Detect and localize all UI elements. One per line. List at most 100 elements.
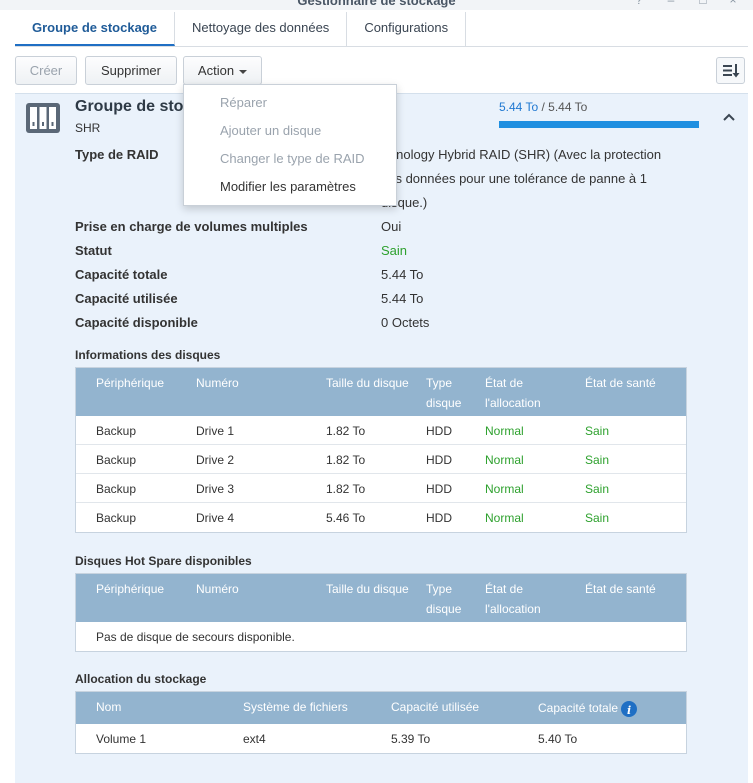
raid-type-label: Type de RAID (75, 147, 159, 162)
empty-row: Pas de disque de secours disponible. (76, 622, 686, 651)
disk-table-header: Périphérique Numéro Taille du disque Typ… (76, 368, 686, 416)
table-row[interactable]: Backup Drive 1 1.82 To HDD Normal Sain (76, 416, 686, 445)
total-capacity-value: 5.44 To (381, 267, 424, 282)
menu-item-edit-settings[interactable]: Modifier les paramètres (220, 179, 356, 194)
cell-number: Drive 4 (196, 511, 235, 525)
cell-total: 5.40 To (538, 732, 578, 746)
caret-down-icon (239, 69, 248, 74)
col-size: Taille du disque (326, 376, 409, 390)
cell-allocation: Normal (485, 482, 524, 496)
tab-storage-pool[interactable]: Groupe de stockage (15, 12, 175, 46)
cell-type: HDD (426, 511, 452, 525)
multi-volume-value: Oui (381, 219, 402, 234)
cell-used: 5.39 To (391, 732, 431, 746)
col-used: Capacité utilisée (391, 700, 480, 714)
cell-type: HDD (426, 453, 452, 467)
action-menu: Réparer Ajouter un disque Changer le typ… (183, 84, 397, 206)
cell-device: Backup (96, 482, 137, 496)
hot-spare-empty-text: Pas de disque de secours disponible. (96, 630, 295, 644)
col-health: État de santé (585, 376, 656, 390)
delete-button[interactable]: Supprimer (85, 56, 177, 85)
table-row[interactable]: Backup Drive 2 1.82 To HDD Normal Sain (76, 445, 686, 474)
col-type: Type disque (426, 376, 462, 410)
cell-number: Drive 2 (196, 453, 235, 467)
multi-volume-label: Prise en charge de volumes multiples (75, 219, 308, 234)
allocation-table: Nom Système de fichiers Capacité utilisé… (75, 691, 687, 754)
menu-item-add-disk[interactable]: Ajouter un disque (220, 123, 321, 138)
cell-filesystem: ext4 (243, 732, 266, 746)
status-value: Sain (381, 243, 408, 258)
cell-size: 1.82 To (326, 424, 366, 438)
cell-number: Drive 3 (196, 482, 235, 496)
col-name: Nom (96, 700, 122, 714)
cell-size: 1.82 To (326, 453, 366, 467)
create-button[interactable]: Créer (15, 56, 77, 85)
cell-device: Backup (96, 511, 137, 525)
pool-used-capacity: 5.44 To (499, 100, 539, 114)
menu-item-change-raid-type[interactable]: Changer le type de RAID (220, 151, 365, 166)
tab-data-scrubbing[interactable]: Nettoyage des données (175, 12, 348, 46)
cell-number: Drive 1 (196, 424, 235, 438)
window-titlebar: Gestionnaire de stockage ? – □ × (0, 0, 753, 10)
used-capacity-label: Capacité utilisée (75, 291, 178, 306)
pool-usage-bar (499, 121, 699, 128)
cell-allocation: Normal (485, 511, 524, 525)
cell-health: Sain (585, 482, 610, 496)
col-type: Type disque (426, 582, 462, 616)
free-capacity-value: 0 Octets (381, 315, 430, 330)
col-total-label: Capacité totale (538, 701, 619, 715)
cell-health: Sain (585, 511, 610, 525)
hot-spare-title: Disques Hot Spare disponibles (75, 554, 252, 568)
table-row[interactable]: Backup Drive 3 1.82 To HDD Normal Sain (76, 474, 686, 503)
cell-allocation: Normal (485, 424, 524, 438)
hot-spare-table: Périphérique Numéro Taille du disque Typ… (75, 573, 687, 652)
cell-device: Backup (96, 424, 137, 438)
info-icon[interactable]: i (621, 700, 638, 717)
tab-bar: Groupe de stockage Nettoyage des données… (15, 12, 748, 47)
cell-allocation: Normal (485, 453, 524, 467)
menu-item-repair[interactable]: Réparer (220, 95, 267, 110)
action-button[interactable]: Action (183, 56, 262, 85)
tab-configurations[interactable]: Configurations (347, 12, 467, 46)
help-icon[interactable]: ? (633, 0, 645, 6)
cell-health: Sain (585, 453, 610, 467)
hot-spare-table-header: Périphérique Numéro Taille du disque Typ… (76, 574, 686, 622)
sort-icon (723, 64, 740, 78)
col-size: Taille du disque (326, 582, 409, 596)
col-filesystem: Système de fichiers (243, 700, 348, 714)
allocation-table-header: Nom Système de fichiers Capacité utilisé… (76, 692, 686, 724)
pool-total-capacity: 5.44 To (548, 100, 588, 114)
status-label: Statut (75, 243, 112, 258)
maximize-icon[interactable]: □ (697, 0, 709, 6)
col-number: Numéro (196, 582, 239, 596)
table-row[interactable]: Volume 1 ext4 5.39 To 5.40 To (76, 724, 686, 753)
used-capacity-value: 5.44 To (381, 291, 424, 306)
close-icon[interactable]: × (727, 0, 739, 6)
free-capacity-label: Capacité disponible (75, 315, 198, 330)
disk-info-table: Périphérique Numéro Taille du disque Typ… (75, 367, 687, 533)
raid-type-value: Synology Hybrid RAID (SHR) (Avec la prot… (381, 147, 662, 210)
cell-device: Backup (96, 453, 137, 467)
col-allocation: État de l'allocation (485, 582, 541, 616)
disk-info-title: Informations des disques (75, 348, 221, 362)
sort-button[interactable] (716, 57, 745, 84)
col-total: Capacité totale i (538, 698, 638, 718)
col-health: État de santé (585, 582, 656, 596)
cell-health: Sain (585, 424, 610, 438)
minimize-icon[interactable]: – (665, 0, 677, 6)
storage-pool-icon (26, 103, 60, 133)
cell-size: 1.82 To (326, 482, 366, 496)
cell-type: HDD (426, 424, 452, 438)
chevron-up-icon[interactable] (722, 112, 736, 122)
col-allocation: État de l'allocation (485, 376, 541, 410)
col-number: Numéro (196, 376, 239, 390)
pool-capacity-text: 5.44 To / 5.44 To (499, 100, 587, 114)
action-button-label: Action (197, 63, 235, 78)
table-row[interactable]: Backup Drive 4 5.46 To HDD Normal Sain (76, 503, 686, 532)
capacity-separator: / (538, 100, 549, 114)
cell-name: Volume 1 (96, 732, 147, 746)
cell-size: 5.46 To (326, 511, 366, 525)
allocation-title: Allocation du stockage (75, 672, 207, 686)
cell-type: HDD (426, 482, 452, 496)
col-device: Périphérique (96, 582, 165, 596)
